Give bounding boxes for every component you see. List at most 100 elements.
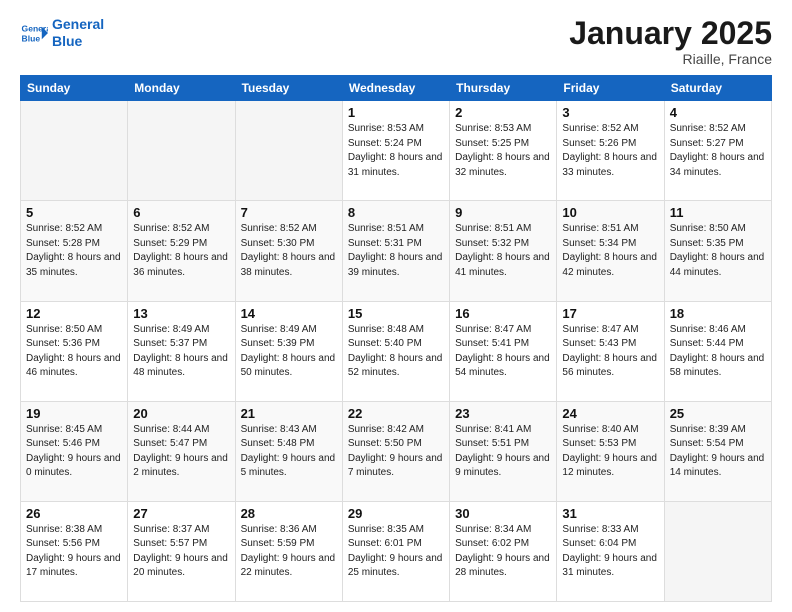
cell-info: Sunrise: 8:51 AMSunset: 5:34 PMDaylight:… (562, 222, 658, 280)
cell-info: Sunrise: 8:38 AMSunset: 5:56 PMDaylight:… (26, 523, 122, 581)
col-tuesday: Tuesday (235, 76, 342, 101)
day-number: 24 (562, 406, 658, 421)
calendar-week-row: 19Sunrise: 8:45 AMSunset: 5:46 PMDayligh… (21, 401, 772, 501)
day-number: 31 (562, 506, 658, 521)
day-number: 8 (348, 205, 444, 220)
table-row (235, 101, 342, 201)
cell-info: Sunrise: 8:33 AMSunset: 6:04 PMDaylight:… (562, 523, 658, 581)
table-row: 10 Sunrise: 8:51 AMSunset: 5:34 PMDayligh… (557, 201, 664, 301)
cell-info: Sunrise: 8:37 AMSunset: 5:57 PMDaylight:… (133, 523, 229, 581)
month-title: January 2025 (569, 16, 772, 51)
col-friday: Friday (557, 76, 664, 101)
table-row: 18 Sunrise: 8:46 AMSunset: 5:44 PMDayligh… (664, 301, 771, 401)
cell-info: Sunrise: 8:51 AMSunset: 5:32 PMDaylight:… (455, 222, 551, 280)
day-number: 10 (562, 205, 658, 220)
table-row: 4 Sunrise: 8:52 AMSunset: 5:27 PMDaylight… (664, 101, 771, 201)
table-row: 26 Sunrise: 8:38 AMSunset: 5:56 PMDayligh… (21, 501, 128, 601)
table-row: 16 Sunrise: 8:47 AMSunset: 5:41 PMDayligh… (450, 301, 557, 401)
day-number: 7 (241, 205, 337, 220)
table-row: 25Sunrise: 8:39 AMSunset: 5:54 PMDayligh… (664, 401, 771, 501)
day-number: 14 (241, 306, 337, 321)
table-row: 30Sunrise: 8:34 AMSunset: 6:02 PMDayligh… (450, 501, 557, 601)
logo-icon: General Blue (20, 19, 48, 47)
table-row: 29Sunrise: 8:35 AMSunset: 6:01 PMDayligh… (342, 501, 449, 601)
table-row: 22 Sunrise: 8:42 AMSunset: 5:50 PMDayligh… (342, 401, 449, 501)
cell-info: Sunrise: 8:48 AMSunset: 5:40 PMDaylight:… (348, 323, 444, 381)
svg-text:Blue: Blue (22, 33, 41, 43)
calendar-header-row: Sunday Monday Tuesday Wednesday Thursday… (21, 76, 772, 101)
day-number: 3 (562, 105, 658, 120)
cell-info: Sunrise: 8:36 AMSunset: 5:59 PMDaylight:… (241, 523, 337, 581)
table-row: 9Sunrise: 8:51 AMSunset: 5:32 PMDaylight… (450, 201, 557, 301)
cell-info: Sunrise: 8:52 AMSunset: 5:27 PMDaylight:… (670, 122, 766, 180)
table-row: 2 Sunrise: 8:53 AMSunset: 5:25 PMDaylight… (450, 101, 557, 201)
cell-info: Sunrise: 8:49 AMSunset: 5:37 PMDaylight:… (133, 323, 229, 381)
day-number: 26 (26, 506, 122, 521)
day-number: 22 (348, 406, 444, 421)
day-number: 28 (241, 506, 337, 521)
day-number: 19 (26, 406, 122, 421)
table-row: 12Sunrise: 8:50 AMSunset: 5:36 PMDayligh… (21, 301, 128, 401)
table-row: 31 Sunrise: 8:33 AMSunset: 6:04 PMDayligh… (557, 501, 664, 601)
cell-info: Sunrise: 8:52 AMSunset: 5:28 PMDaylight:… (26, 222, 122, 280)
day-number: 11 (670, 205, 766, 220)
table-row: 5 Sunrise: 8:52 AMSunset: 5:28 PMDaylight… (21, 201, 128, 301)
cell-info: Sunrise: 8:52 AMSunset: 5:30 PMDaylight:… (241, 222, 337, 280)
table-row: 21 Sunrise: 8:43 AMSunset: 5:48 PMDayligh… (235, 401, 342, 501)
logo-text: General Blue (52, 16, 104, 50)
day-number: 18 (670, 306, 766, 321)
table-row: 19Sunrise: 8:45 AMSunset: 5:46 PMDayligh… (21, 401, 128, 501)
day-number: 30 (455, 506, 551, 521)
calendar-week-row: 5 Sunrise: 8:52 AMSunset: 5:28 PMDaylight… (21, 201, 772, 301)
table-row (128, 101, 235, 201)
day-number: 2 (455, 105, 551, 120)
cell-info: Sunrise: 8:46 AMSunset: 5:44 PMDaylight:… (670, 323, 766, 381)
cell-info: Sunrise: 8:49 AMSunset: 5:39 PMDaylight:… (241, 323, 337, 381)
table-row: 13Sunrise: 8:49 AMSunset: 5:37 PMDayligh… (128, 301, 235, 401)
cell-info: Sunrise: 8:52 AMSunset: 5:26 PMDaylight:… (562, 122, 658, 180)
table-row: 3 Sunrise: 8:52 AMSunset: 5:26 PMDaylight… (557, 101, 664, 201)
day-number: 16 (455, 306, 551, 321)
cell-info: Sunrise: 8:44 AMSunset: 5:47 PMDaylight:… (133, 423, 229, 481)
table-row: 11Sunrise: 8:50 AMSunset: 5:35 PMDayligh… (664, 201, 771, 301)
title-block: January 2025 Riaille, France (569, 16, 772, 67)
table-row: 23Sunrise: 8:41 AMSunset: 5:51 PMDayligh… (450, 401, 557, 501)
cell-info: Sunrise: 8:52 AMSunset: 5:29 PMDaylight:… (133, 222, 229, 280)
col-saturday: Saturday (664, 76, 771, 101)
day-number: 4 (670, 105, 766, 120)
logo-line1: General (52, 16, 104, 32)
table-row: 15 Sunrise: 8:48 AMSunset: 5:40 PMDayligh… (342, 301, 449, 401)
cell-info: Sunrise: 8:42 AMSunset: 5:50 PMDaylight:… (348, 423, 444, 481)
col-thursday: Thursday (450, 76, 557, 101)
day-number: 20 (133, 406, 229, 421)
page: General Blue General Blue January 2025 R… (0, 0, 792, 612)
col-wednesday: Wednesday (342, 76, 449, 101)
col-sunday: Sunday (21, 76, 128, 101)
calendar-week-row: 12Sunrise: 8:50 AMSunset: 5:36 PMDayligh… (21, 301, 772, 401)
location: Riaille, France (569, 51, 772, 67)
cell-info: Sunrise: 8:47 AMSunset: 5:41 PMDaylight:… (455, 323, 551, 381)
cell-info: Sunrise: 8:53 AMSunset: 5:24 PMDaylight:… (348, 122, 444, 180)
day-number: 17 (562, 306, 658, 321)
table-row: 28 Sunrise: 8:36 AMSunset: 5:59 PMDayligh… (235, 501, 342, 601)
day-number: 15 (348, 306, 444, 321)
cell-info: Sunrise: 8:43 AMSunset: 5:48 PMDaylight:… (241, 423, 337, 481)
header: General Blue General Blue January 2025 R… (20, 16, 772, 67)
cell-info: Sunrise: 8:47 AMSunset: 5:43 PMDaylight:… (562, 323, 658, 381)
calendar-week-row: 1 Sunrise: 8:53 AMSunset: 5:24 PMDaylight… (21, 101, 772, 201)
day-number: 5 (26, 205, 122, 220)
logo-line2: Blue (52, 33, 82, 49)
calendar-table: Sunday Monday Tuesday Wednesday Thursday… (20, 75, 772, 602)
table-row (21, 101, 128, 201)
cell-info: Sunrise: 8:53 AMSunset: 5:25 PMDaylight:… (455, 122, 551, 180)
day-number: 21 (241, 406, 337, 421)
cell-info: Sunrise: 8:40 AMSunset: 5:53 PMDaylight:… (562, 423, 658, 481)
col-monday: Monday (128, 76, 235, 101)
table-row: 1 Sunrise: 8:53 AMSunset: 5:24 PMDaylight… (342, 101, 449, 201)
table-row: 14 Sunrise: 8:49 AMSunset: 5:39 PMDayligh… (235, 301, 342, 401)
cell-info: Sunrise: 8:39 AMSunset: 5:54 PMDaylight:… (670, 423, 766, 481)
day-number: 6 (133, 205, 229, 220)
cell-info: Sunrise: 8:50 AMSunset: 5:36 PMDaylight:… (26, 323, 122, 381)
day-number: 1 (348, 105, 444, 120)
table-row: 7 Sunrise: 8:52 AMSunset: 5:30 PMDaylight… (235, 201, 342, 301)
